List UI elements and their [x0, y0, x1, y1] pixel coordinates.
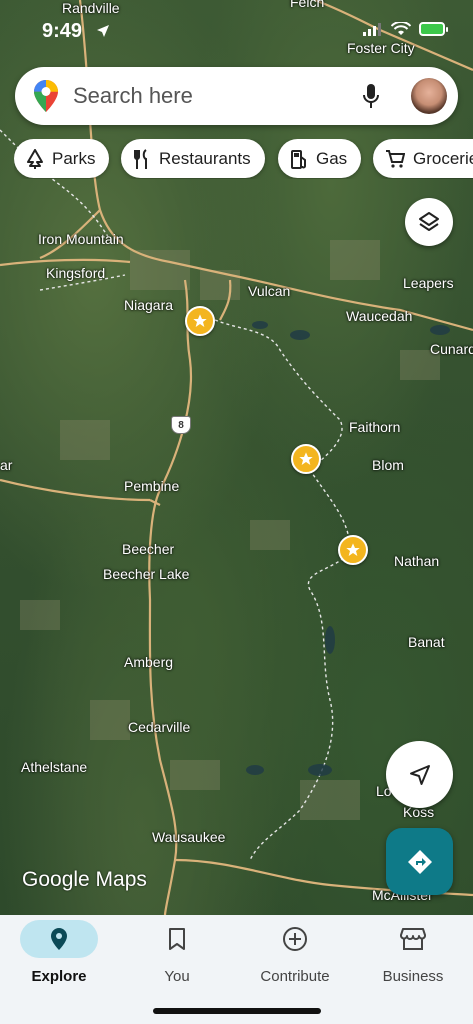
chip-parks[interactable]: Parks: [14, 139, 110, 178]
nav-business[interactable]: Business: [354, 915, 472, 995]
status-bar: 9:49: [0, 0, 473, 60]
route-shield: 8: [171, 416, 191, 434]
layers-icon: [419, 212, 439, 231]
storefront-icon: [400, 928, 426, 950]
place-label-beecher: Beecher: [122, 541, 175, 557]
directions-button[interactable]: [386, 828, 453, 895]
nav-contribute[interactable]: Contribute: [236, 915, 354, 995]
tree-icon: [27, 148, 43, 169]
search-bar[interactable]: Search here: [15, 67, 458, 125]
microphone-icon[interactable]: [362, 83, 380, 109]
gas-pump-icon: [291, 149, 306, 169]
star-icon: [193, 314, 207, 327]
cart-icon: [386, 149, 405, 168]
directions-icon: [407, 849, 432, 874]
place-label-leapers: Leapers: [403, 275, 454, 291]
place-label-wausaukee: Wausaukee: [152, 829, 226, 845]
home-indicator: [153, 1008, 321, 1014]
my-location-button[interactable]: [386, 741, 453, 808]
nav-label: You: [164, 968, 190, 985]
place-label-faithorn: Faithorn: [349, 419, 401, 435]
search-input[interactable]: Search here: [73, 83, 193, 109]
place-label-vulcan: Vulcan: [248, 283, 291, 299]
location-pin-icon: [51, 928, 67, 950]
place-label-beecher-lake: Beecher Lake: [103, 566, 190, 582]
place-label-amberg: Amberg: [124, 654, 174, 670]
chip-label: Groceries: [413, 148, 473, 168]
status-time: 9:49: [42, 20, 83, 42]
chip-label: Gas: [316, 148, 348, 168]
place-label-partial: ar: [0, 457, 13, 473]
chip-gas[interactable]: Gas: [278, 139, 362, 178]
saved-place-marker[interactable]: [185, 306, 215, 336]
fork-knife-icon: [134, 148, 147, 169]
avatar[interactable]: [411, 78, 447, 114]
place-label-cedarville: Cedarville: [128, 719, 191, 735]
location-arrow-icon: [97, 25, 109, 37]
signal-icon: [363, 23, 381, 36]
place-label-cunard: Cunard: [430, 341, 473, 357]
place-label-banat: Banat: [408, 634, 445, 650]
google-maps-watermark: Google Maps: [22, 868, 147, 891]
saved-place-marker[interactable]: [291, 444, 321, 474]
wifi-icon: [391, 22, 411, 35]
nav-icon-wrap: [374, 920, 452, 958]
chip-restaurants[interactable]: Restaurants: [121, 139, 265, 178]
bookmark-icon: [169, 928, 185, 950]
nav-icon-wrap: [138, 920, 216, 958]
place-label-niagara: Niagara: [124, 297, 174, 313]
place-label-pembine: Pembine: [124, 478, 180, 494]
place-label-blom: Blom: [372, 457, 404, 473]
place-label-waucedah: Waucedah: [346, 308, 413, 324]
nav-label: Business: [382, 968, 444, 985]
place-label-iron-mountain: Iron Mountain: [38, 231, 124, 247]
navigation-arrow-icon: [409, 764, 430, 785]
nav-active-pill: [20, 920, 98, 958]
plus-circle-icon: [283, 927, 307, 951]
place-label-nathan: Nathan: [394, 553, 440, 569]
place-label-athelstane: Athelstane: [21, 759, 88, 775]
chip-label: Parks: [52, 148, 96, 168]
chip-groceries[interactable]: Groceries: [373, 139, 473, 178]
chip-label: Restaurants: [159, 148, 251, 168]
nav-explore[interactable]: Explore: [0, 915, 118, 995]
nav-you[interactable]: You: [118, 915, 236, 995]
category-chips: Parks Restaurants Gas Groceries: [14, 139, 473, 179]
nav-label: Contribute: [260, 968, 330, 985]
nav-label: Explore: [31, 968, 87, 985]
nav-icon-wrap: [256, 920, 334, 958]
place-label-kingsford: Kingsford: [46, 265, 106, 281]
star-icon: [346, 543, 360, 556]
saved-place-marker[interactable]: [338, 535, 368, 565]
battery-icon: [419, 22, 448, 36]
google-maps-logo-icon: [34, 80, 58, 112]
layers-button[interactable]: [405, 198, 453, 246]
star-icon: [299, 452, 313, 465]
route-number: 8: [178, 419, 184, 431]
